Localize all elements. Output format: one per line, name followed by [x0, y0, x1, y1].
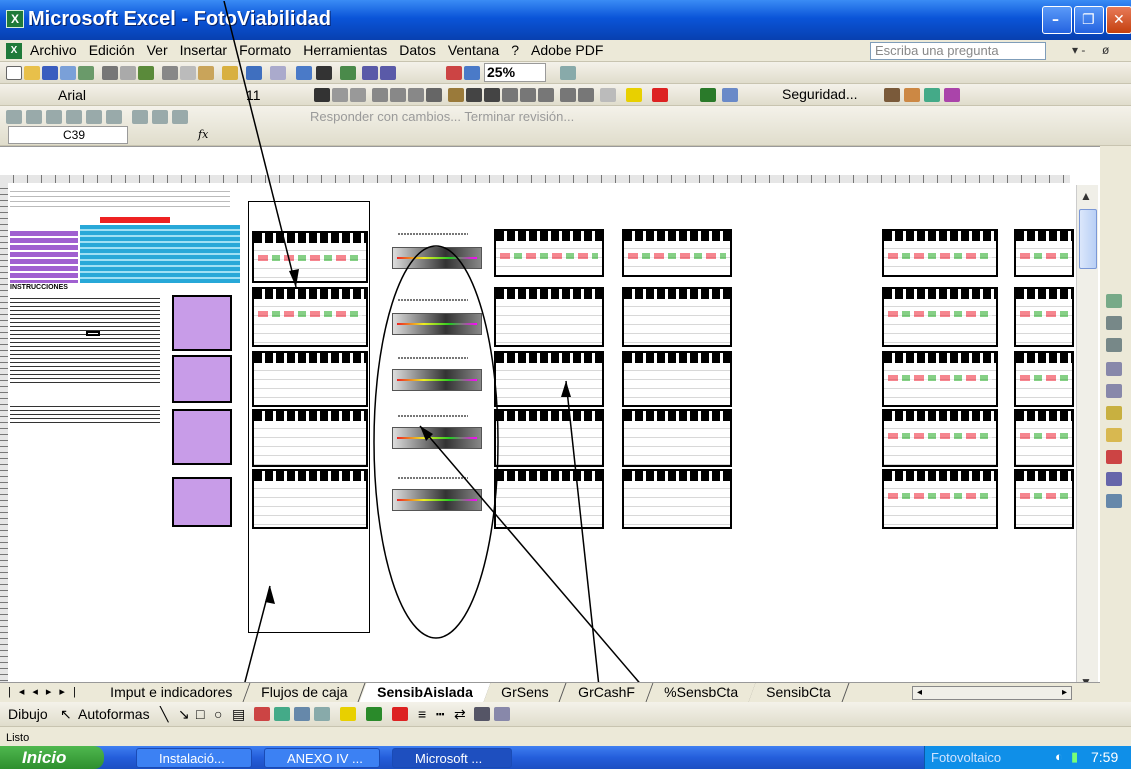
wordart-icon[interactable] — [254, 707, 270, 721]
tab-sensbcta-pct[interactable]: %SensbCta — [646, 683, 756, 702]
task-instalacion[interactable]: Instalació... — [136, 748, 252, 768]
tray-label[interactable]: Fotovoltaico — [931, 750, 1001, 765]
side-icon-2[interactable] — [1106, 316, 1122, 330]
scroll-right-icon[interactable]: ▸ — [1062, 687, 1067, 698]
horizontal-scrollbar[interactable]: ◂ ▸ — [912, 686, 1072, 700]
sheet-tabs: Imput e indicadores Flujos de caja Sensi… — [92, 683, 850, 702]
system-tray: Fotovoltaico ◐ ▮ 7:59 — [924, 746, 1131, 769]
line-color-icon[interactable] — [366, 707, 382, 721]
line-icon[interactable]: ╲ — [160, 706, 168, 723]
dash-style-icon[interactable]: ┅ — [436, 706, 444, 723]
start-label: Inicio — [22, 748, 67, 767]
side-icons-bar — [1100, 290, 1131, 520]
side-icon-1[interactable] — [1106, 294, 1122, 308]
side-icon-10[interactable] — [1106, 494, 1122, 508]
textbox-icon[interactable]: ▤ — [232, 706, 245, 723]
side-icon-9[interactable] — [1106, 472, 1122, 486]
oval-icon[interactable]: ○ — [214, 706, 222, 722]
arrow-icon[interactable]: ↘ — [178, 706, 190, 723]
volume-icon[interactable]: ◐ — [1055, 749, 1063, 764]
scroll-up-icon[interactable]: ▲ — [1080, 189, 1092, 203]
status-bar: Listo — [0, 726, 1131, 746]
line-style-icon[interactable]: ≡ — [418, 706, 426, 722]
draw-font-color-icon[interactable] — [392, 707, 408, 721]
scroll-thumb[interactable] — [1079, 209, 1097, 269]
tab-flujos-caja[interactable]: Flujos de caja — [243, 683, 367, 702]
diagram-icon[interactable] — [274, 707, 290, 721]
excel-window: X Microsoft Excel - FotoViabilidad – ❐ ✕… — [0, 0, 1131, 769]
drawing-toolbar: Dibujo ↖ Autoformas ╲ ↘ □ ○ ▤ ≡ ┅ ⇄ — [0, 702, 1131, 726]
tab-grsens[interactable]: GrSens — [483, 683, 568, 702]
side-icon-6[interactable] — [1106, 406, 1122, 420]
status-text: Listo — [6, 732, 30, 744]
scroll-left-icon[interactable]: ◂ — [917, 687, 922, 698]
draw-fill-color-icon[interactable] — [340, 707, 356, 721]
vertical-scrollbar[interactable]: ▲ ▼ — [1076, 185, 1098, 695]
select-pointer-icon[interactable]: ↖ — [60, 706, 72, 723]
start-button[interactable]: Inicio — [0, 746, 104, 769]
tab-sensibcta[interactable]: SensibCta — [749, 683, 850, 702]
clock: 7:59 — [1091, 749, 1119, 765]
tab-navigation-icon[interactable]: |◂◂▸▸| — [8, 685, 84, 698]
tab-sensibaislada[interactable]: SensibAislada — [359, 683, 491, 702]
shadow-icon[interactable] — [474, 707, 490, 721]
annotation-overlay — [221, 1, 715, 769]
rectangle-icon[interactable]: □ — [196, 706, 204, 722]
task-microsoft-excel[interactable]: Microsoft ... — [392, 748, 512, 768]
autoshapes-menu[interactable]: Autoformas — [78, 706, 150, 722]
picture-icon[interactable] — [314, 707, 330, 721]
clipart-icon[interactable] — [294, 707, 310, 721]
tab-grcashf[interactable]: GrCashF — [560, 683, 654, 702]
tab-imput-indicadores[interactable]: Imput e indicadores — [92, 683, 251, 702]
side-icon-7[interactable] — [1106, 428, 1122, 442]
arrow-style-icon[interactable]: ⇄ — [454, 706, 466, 723]
worksheet-grid[interactable]: INSTRUCCIONES ▲ — [0, 1, 1100, 769]
network-icon[interactable]: ▮ — [1071, 749, 1078, 765]
side-icon-5[interactable] — [1106, 384, 1122, 398]
side-icon-3[interactable] — [1106, 338, 1122, 352]
side-icon-8[interactable] — [1106, 450, 1122, 464]
3d-icon[interactable] — [494, 707, 510, 721]
sheet-tabs-bar: |◂◂▸▸| Imput e indicadores Flujos de caj… — [0, 682, 1100, 702]
side-icon-4[interactable] — [1106, 362, 1122, 376]
task-anexo[interactable]: ANEXO IV ... — [264, 748, 380, 768]
draw-menu[interactable]: Dibujo — [8, 706, 48, 722]
taskbar: Inicio Instalació... ANEXO IV ... Micros… — [0, 746, 1131, 769]
